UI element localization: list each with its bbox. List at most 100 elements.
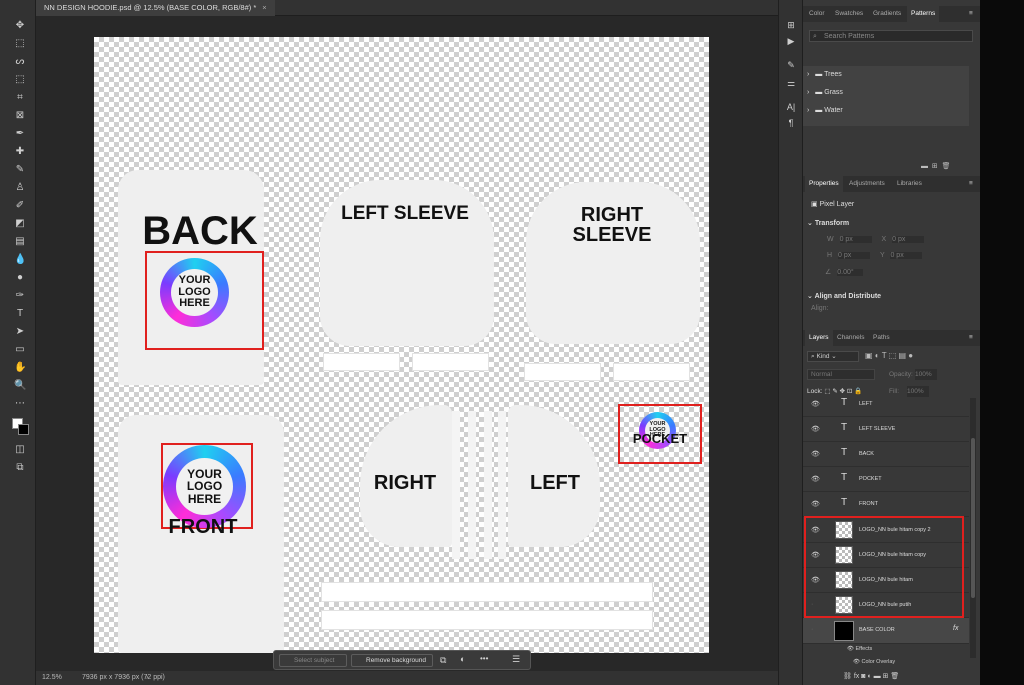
new-group-icon[interactable]: ▬	[921, 163, 928, 170]
type-filter-icon[interactable]: T	[882, 351, 887, 360]
layer-row[interactable]: 👁 T POCKET	[803, 467, 969, 492]
brush-tool-icon[interactable]: ✎	[14, 164, 26, 176]
layer-row[interactable]: 👁 T BACK	[803, 442, 969, 467]
opacity-field[interactable]: 100%	[915, 369, 937, 380]
artboard-tool-icon[interactable]: ⬚	[14, 38, 26, 50]
tab-properties[interactable]: Properties	[805, 176, 843, 192]
y-field[interactable]: 0 px	[890, 252, 923, 259]
more-options-button[interactable]: •••	[480, 654, 488, 663]
tab-paths[interactable]: Paths	[873, 330, 890, 346]
hand-tool-icon[interactable]: ✋	[14, 362, 26, 374]
visibility-eye-icon[interactable]: 👁	[811, 425, 820, 433]
visibility-eye-icon[interactable]: 👁	[811, 500, 820, 508]
document-canvas[interactable]: BACK YOUR LOGO HERE LEFT SLEEVE RIGHT SL…	[94, 37, 709, 653]
panel-menu-icon[interactable]: ≡	[969, 330, 973, 346]
delete-layer-icon[interactable]: 🗑	[890, 673, 899, 680]
screen-mode-icon[interactable]: ⧉	[14, 462, 26, 474]
tab-swatches[interactable]: Swatches	[835, 6, 863, 22]
visibility-eye-icon[interactable]: ·	[811, 626, 813, 633]
shape-filter-icon[interactable]: ⬚	[889, 351, 897, 360]
effects-row[interactable]: 👁 Effects	[847, 646, 872, 652]
blur-tool-icon[interactable]: 💧	[14, 254, 26, 266]
character-icon[interactable]: A|	[785, 102, 797, 114]
move-tool-icon[interactable]: ✥	[14, 20, 26, 32]
pattern-group-grass[interactable]: › ▬ Grass	[803, 89, 969, 96]
adjust-sliders-icon[interactable]: ⚌	[785, 78, 797, 90]
pattern-group-trees[interactable]: › ▬ Trees	[803, 71, 969, 78]
select-subject-button[interactable]: Select subject	[279, 654, 347, 667]
x-field[interactable]: 0 px	[892, 236, 925, 243]
layer-row-selected[interactable]: · BASE COLOR fx	[803, 618, 969, 644]
status-expand-icon[interactable]: ›	[146, 671, 148, 685]
dodge-tool-icon[interactable]: ●	[14, 272, 26, 284]
w-field[interactable]: 0 px	[839, 236, 872, 243]
layer-fx-badge[interactable]: fx	[953, 625, 958, 632]
lock-paint-icon[interactable]: ✎	[832, 388, 837, 395]
document-tab[interactable]: NN DESIGN HOODIE.psd @ 12.5% (BASE COLOR…	[36, 0, 275, 16]
lock-all-icon[interactable]: 🔒	[854, 388, 862, 395]
scrollbar-thumb[interactable]	[971, 438, 975, 598]
visibility-eye-icon[interactable]: 👁	[811, 400, 820, 408]
align-section[interactable]: ⌄ Align and Distribute	[807, 292, 973, 300]
quick-mask-icon[interactable]: ◫	[14, 444, 26, 456]
eyedropper-tool-icon[interactable]: ✒	[14, 128, 26, 140]
more-tools-icon[interactable]: ⋯	[14, 398, 26, 410]
filter-toggle-icon[interactable]: ●	[908, 351, 913, 360]
frame-tool-icon[interactable]: ⊠	[14, 110, 26, 122]
new-group-icon[interactable]: ▬	[874, 673, 881, 680]
layers-scrollbar[interactable]	[970, 398, 976, 658]
lock-artboard-icon[interactable]: ⊡	[847, 388, 852, 395]
play-action-icon[interactable]: ▶	[785, 36, 797, 48]
eraser-tool-icon[interactable]: ◩	[14, 218, 26, 230]
add-style-icon[interactable]: fx	[854, 673, 859, 680]
history-brush-tool-icon[interactable]: ✐	[14, 200, 26, 212]
gradient-tool-icon[interactable]: ▤	[14, 236, 26, 248]
rectangle-tool-icon[interactable]: ▭	[14, 344, 26, 356]
search-patterns-input[interactable]: ⌕ Search Patterns	[809, 30, 973, 42]
crop-tool-icon[interactable]: ⌗	[14, 92, 26, 104]
lasso-tool-icon[interactable]: ᔕ	[14, 56, 26, 68]
tab-color[interactable]: Color	[809, 6, 825, 22]
visibility-eye-icon[interactable]: 👁	[811, 450, 820, 458]
link-layers-icon[interactable]: ⛓	[843, 673, 852, 680]
zoom-level[interactable]: 12.5%	[42, 671, 62, 685]
type-tool-icon[interactable]: T	[14, 308, 26, 320]
fill-field[interactable]: 100%	[907, 386, 929, 397]
background-color-swatch[interactable]	[18, 424, 29, 435]
blend-mode-select[interactable]: Normal	[807, 369, 875, 380]
layer-row[interactable]: 👁 T LEFT SLEEVE	[803, 417, 969, 442]
panel-menu-icon[interactable]: ≡	[969, 6, 973, 22]
adjustment-filter-icon[interactable]: ◐	[875, 351, 880, 360]
tab-layers[interactable]: Layers	[805, 330, 833, 346]
layer-row[interactable]: 👁 T FRONT	[803, 492, 969, 517]
document-dimensions[interactable]: 7936 px x 7936 px (72 ppi)	[82, 671, 165, 685]
layer-filter-kind[interactable]: ⌕ Kind ⌄	[807, 351, 859, 362]
tab-libraries[interactable]: Libraries	[897, 176, 922, 192]
history-icon[interactable]: ⊞	[785, 20, 797, 32]
close-tab-icon[interactable]: ×	[262, 3, 266, 12]
new-layer-icon[interactable]: ⊞	[883, 673, 889, 680]
layer-row[interactable]: 👁 T LEFT	[803, 398, 969, 417]
brush-settings-icon[interactable]: ✎	[785, 60, 797, 72]
zoom-tool-icon[interactable]: 🔍	[14, 380, 26, 392]
panel-menu-icon[interactable]: ≡	[969, 176, 973, 192]
clone-stamp-tool-icon[interactable]: ♙	[14, 182, 26, 194]
path-selection-tool-icon[interactable]: ➤	[14, 326, 26, 338]
remove-background-button[interactable]: Remove background	[351, 654, 433, 667]
tab-adjustments[interactable]: Adjustments	[849, 176, 885, 192]
add-mask-icon[interactable]: ◙	[861, 673, 865, 680]
transform-icon[interactable]: ⧉	[440, 655, 446, 666]
new-pattern-icon[interactable]: ⊞	[932, 163, 938, 170]
tab-channels[interactable]: Channels	[837, 330, 864, 346]
h-field[interactable]: 0 px	[838, 252, 871, 259]
delete-icon[interactable]: 🗑	[942, 163, 951, 170]
object-select-tool-icon[interactable]: ⬚	[14, 74, 26, 86]
angle-field[interactable]: 0.00°	[837, 269, 864, 276]
tab-patterns[interactable]: Patterns	[907, 6, 940, 22]
pen-tool-icon[interactable]: ✑	[14, 290, 26, 302]
tab-gradients[interactable]: Gradients	[873, 6, 901, 22]
color-overlay-row[interactable]: 👁 Color Overlay	[853, 659, 895, 665]
adjustment-layer-icon[interactable]: ◐	[867, 673, 871, 680]
lock-move-icon[interactable]: ✥	[840, 388, 845, 395]
adjust-icon[interactable]: ◐	[460, 654, 465, 664]
